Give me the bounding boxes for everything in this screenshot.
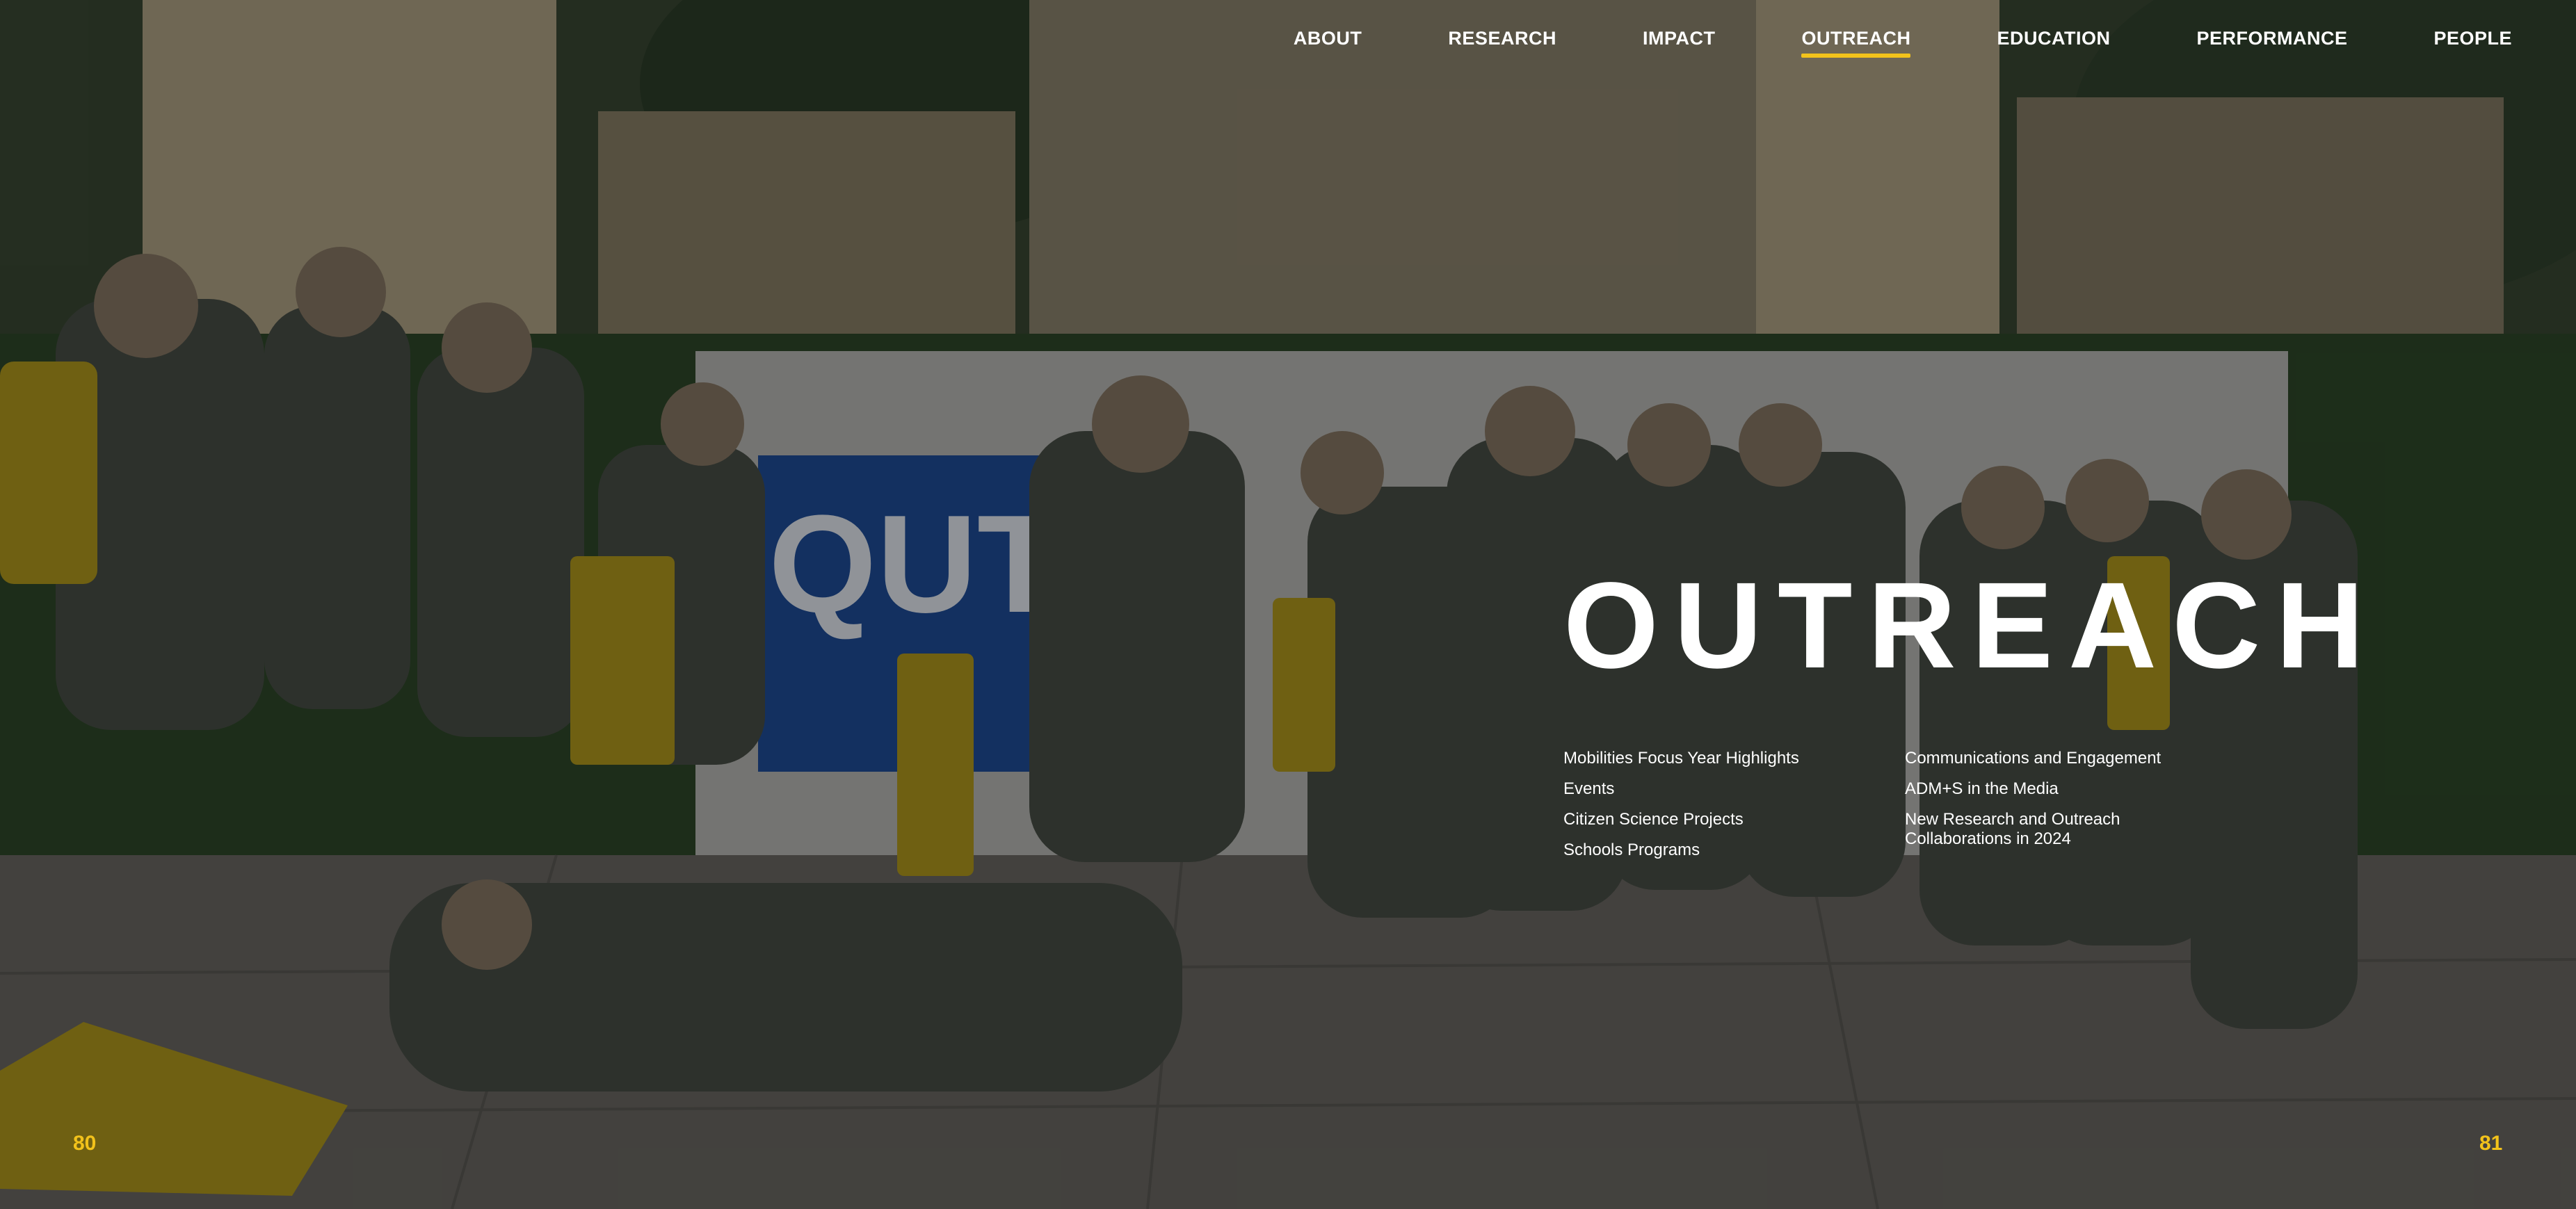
nav-performance[interactable]: PERFORMANCE: [2196, 28, 2347, 56]
top-nav: ABOUT RESEARCH IMPACT OUTREACH EDUCATION…: [1207, 28, 2512, 58]
nav-about[interactable]: ABOUT: [1294, 28, 1362, 56]
link-events[interactable]: Events: [1563, 779, 1905, 799]
link-schools-programs[interactable]: Schools Programs: [1563, 841, 1905, 860]
link-citizen-science[interactable]: Citizen Science Projects: [1563, 810, 1905, 829]
page-title: OUTREACH: [1563, 558, 2380, 694]
section-links: Mobilities Focus Year Highlights Events …: [1563, 749, 2246, 871]
link-media[interactable]: ADM+S in the Media: [1905, 779, 2246, 799]
links-column-right: Communications and Engagement ADM+S in t…: [1905, 749, 2246, 871]
nav-education[interactable]: EDUCATION: [1997, 28, 2110, 56]
nav-outreach[interactable]: OUTREACH: [1801, 28, 1911, 58]
page-number-left: 80: [73, 1132, 97, 1155]
nav-people[interactable]: PEOPLE: [2433, 28, 2512, 56]
link-new-research[interactable]: New Research and Outreach Collaborations…: [1905, 810, 2169, 849]
page-number-right: 81: [2479, 1132, 2503, 1155]
link-mobilities-focus-year[interactable]: Mobilities Focus Year Highlights: [1563, 749, 1905, 768]
links-column-left: Mobilities Focus Year Highlights Events …: [1563, 749, 1905, 871]
link-communications[interactable]: Communications and Engagement: [1905, 749, 2246, 768]
nav-research[interactable]: RESEARCH: [1448, 28, 1556, 56]
nav-impact[interactable]: IMPACT: [1643, 28, 1716, 56]
